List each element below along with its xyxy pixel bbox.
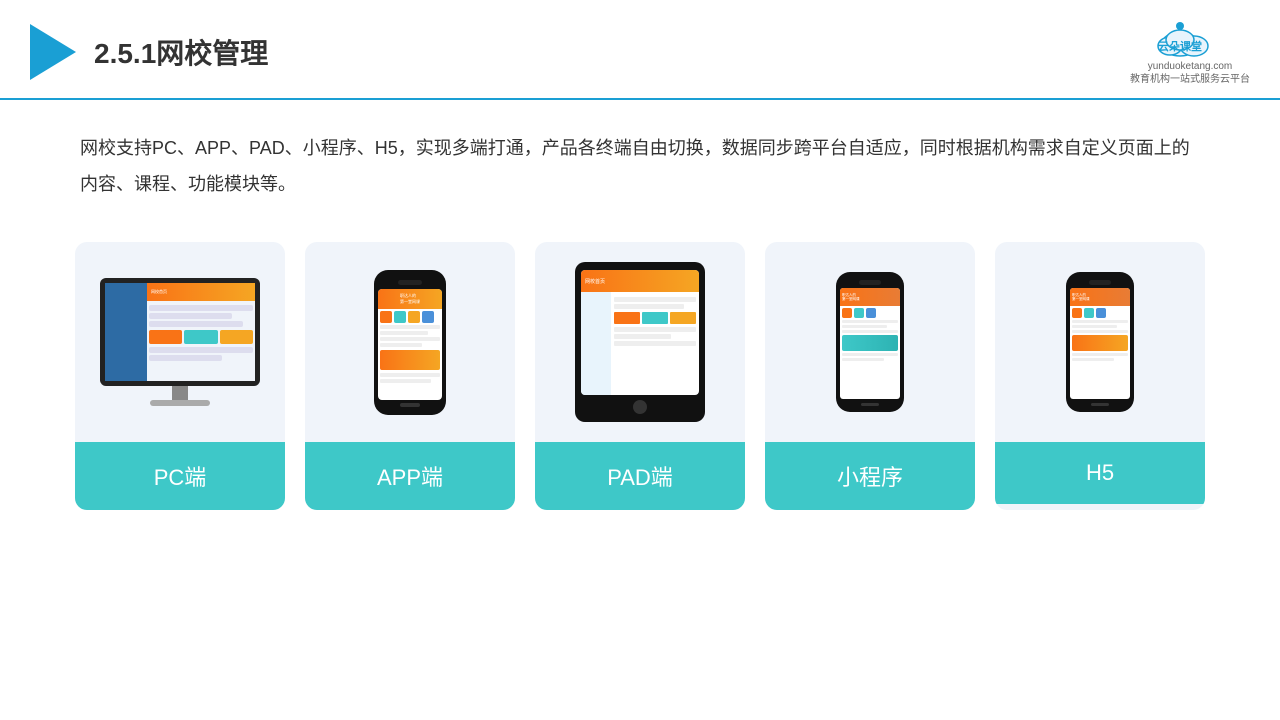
page-title: 2.5.1网校管理 [94,32,268,72]
description-text: 网校支持PC、APP、PAD、小程序、H5，实现多端打通，产品各终端自由切换，数… [0,100,1280,212]
cards-container: 网校首页 [0,212,1280,530]
card-pc-image: 网校首页 [75,242,285,442]
card-h5-image: 职达人的第一堂网课 [995,242,1205,442]
logo-triangle-icon [30,24,76,80]
brand-logo: 云朵课堂 yunduoketang.com 教育机构一站式服务云平台 [1130,18,1250,86]
brand-cloud-icon: 云朵课堂 [1150,18,1230,58]
device-pc-icon: 网校首页 [100,278,260,406]
device-phone-icon: 职达人的第一堂网课 [374,270,446,415]
card-pc: 网校首页 [75,242,285,510]
card-h5-label: H5 [995,442,1205,504]
card-miniprogram-image: 职达人的第一堂网课 [765,242,975,442]
card-pad-image: 网校首页 [535,242,745,442]
card-miniprogram: 职达人的第一堂网课 [765,242,975,510]
card-app-label: APP端 [305,442,515,510]
header: 2.5.1网校管理 云朵课堂 yunduoketang.com 教育机构一站式服… [0,0,1280,100]
card-h5: 职达人的第一堂网课 [995,242,1205,510]
card-pad-label: PAD端 [535,442,745,510]
card-app-image: 职达人的第一堂网课 [305,242,515,442]
brand-tagline: 教育机构一站式服务云平台 [1130,73,1250,86]
header-left: 2.5.1网校管理 [30,24,268,80]
card-miniprogram-label: 小程序 [765,442,975,510]
device-miniphone-icon: 职达人的第一堂网课 [836,272,904,412]
svg-text:云朵课堂: 云朵课堂 [1158,39,1202,53]
brand-domain: yunduoketang.com 教育机构一站式服务云平台 [1130,60,1250,86]
device-h5-icon: 职达人的第一堂网课 [1066,272,1134,412]
card-pad: 网校首页 [535,242,745,510]
card-pc-label: PC端 [75,442,285,510]
card-app: 职达人的第一堂网课 [305,242,515,510]
device-tablet-icon: 网校首页 [575,262,705,422]
